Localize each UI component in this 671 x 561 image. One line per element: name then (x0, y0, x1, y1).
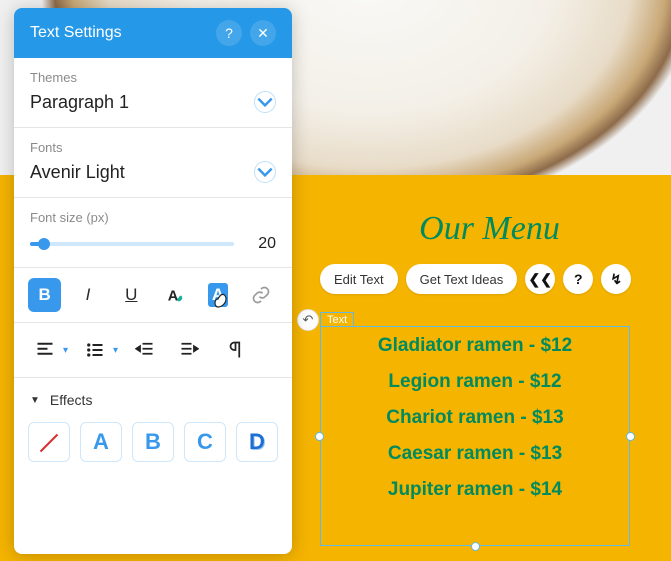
font-size-section: Font size (px) 20 (14, 198, 292, 268)
element-toolbar: Edit Text Get Text Ideas ❮❮ ? ↯ (320, 264, 631, 294)
triangle-down-icon: ▼ (30, 395, 40, 406)
resize-handle-right[interactable] (626, 432, 635, 441)
font-size-slider[interactable] (30, 242, 234, 246)
fonts-section: Fonts Avenir Light (14, 128, 292, 198)
paragraph-format-row: ▾ ▾ (14, 323, 292, 378)
slider-thumb[interactable] (38, 238, 50, 250)
svg-text:A: A (167, 288, 178, 304)
resize-handle-left[interactable] (315, 432, 324, 441)
menu-item: Gladiator ramen - $12 (378, 335, 572, 357)
fonts-label: Fonts (30, 140, 276, 155)
effect-preset-b[interactable]: B (132, 422, 174, 462)
chevron-down-icon: ▾ (113, 345, 118, 356)
help-icon[interactable]: ? (563, 264, 593, 294)
effect-preset-a[interactable]: A (80, 422, 122, 462)
effects-presets: A B C D (14, 422, 292, 476)
resize-handle-bottom[interactable] (471, 542, 480, 551)
highlight-button[interactable]: A (201, 278, 234, 312)
font-size-label: Font size (px) (30, 210, 276, 225)
effects-toggle[interactable]: ▼ Effects (14, 378, 292, 422)
panel-help-icon[interactable]: ? (216, 20, 242, 46)
animate-icon[interactable]: ❮❮ (525, 264, 555, 294)
indent-button[interactable] (172, 333, 206, 367)
themes-dropdown[interactable]: Paragraph 1 (30, 91, 276, 113)
menu-item: Legion ramen - $12 (388, 371, 561, 393)
panel-title: Text Settings (30, 24, 208, 42)
menu-title: Our Menu (320, 210, 659, 248)
effect-preset-d[interactable]: D (236, 422, 278, 462)
themes-section: Themes Paragraph 1 (14, 58, 292, 128)
element-type-label: Text (320, 312, 354, 327)
selected-text-box[interactable]: Gladiator ramen - $12 Legion ramen - $12… (320, 326, 630, 546)
effects-label: Effects (50, 392, 93, 408)
fonts-dropdown[interactable]: Avenir Light (30, 161, 276, 183)
chevron-down-icon (254, 161, 276, 183)
italic-button[interactable]: I (71, 278, 104, 312)
bold-button[interactable]: B (28, 278, 61, 312)
font-size-value: 20 (248, 235, 276, 253)
section-heading[interactable]: Our Menu (320, 210, 659, 248)
chevron-down-icon (254, 91, 276, 113)
themes-label: Themes (30, 70, 276, 85)
text-direction-button[interactable] (216, 333, 250, 367)
themes-value: Paragraph 1 (30, 92, 129, 113)
close-icon[interactable]: ✕ (250, 20, 276, 46)
fonts-value: Avenir Light (30, 162, 125, 183)
panel-header: Text Settings ? ✕ (14, 8, 292, 58)
edit-text-button[interactable]: Edit Text (320, 264, 398, 294)
text-color-button[interactable]: A (158, 278, 191, 312)
menu-item: Caesar ramen - $13 (388, 443, 562, 465)
align-button[interactable]: ▾ (28, 333, 68, 367)
more-actions-icon[interactable]: ↯ (601, 264, 631, 294)
undo-icon[interactable]: ↶ (297, 309, 319, 331)
text-settings-panel: Text Settings ? ✕ Themes Paragraph 1 Fon… (14, 8, 292, 554)
list-button[interactable]: ▾ (78, 333, 118, 367)
link-button[interactable] (245, 278, 278, 312)
character-format-row: B I U A A (14, 268, 292, 323)
get-text-ideas-button[interactable]: Get Text Ideas (406, 264, 518, 294)
effect-preset-c[interactable]: C (184, 422, 226, 462)
chevron-down-icon: ▾ (63, 345, 68, 356)
effect-none[interactable] (28, 422, 70, 462)
outdent-button[interactable] (128, 333, 162, 367)
underline-button[interactable]: U (115, 278, 148, 312)
menu-item: Chariot ramen - $13 (386, 407, 563, 429)
menu-item: Jupiter ramen - $14 (388, 479, 562, 501)
